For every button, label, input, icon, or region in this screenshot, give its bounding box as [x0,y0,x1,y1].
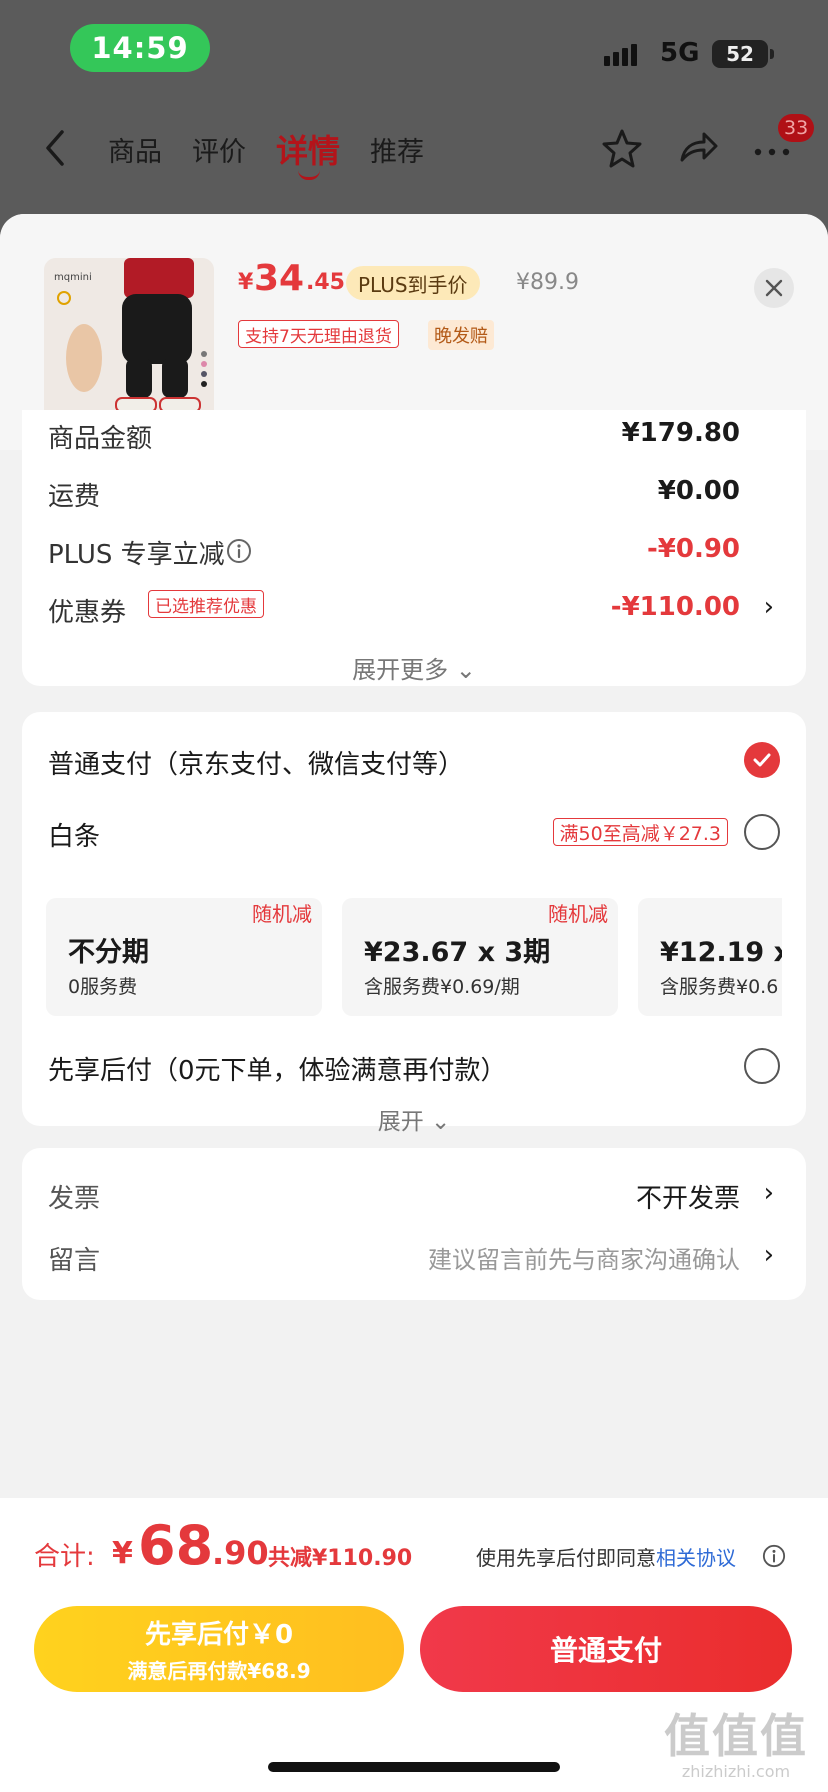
plan-subtitle: 含服务费¥0.69/期 [364,976,520,998]
total-integer: 68 [138,1514,214,1577]
battery-icon: 52 [712,40,774,68]
plus-price-tag: PLUS到手价 [346,266,480,300]
invoice-card: 发票 不开发票 › 留言 建议留言前先与商家沟通确认 › [22,1148,806,1300]
tab-reviews[interactable]: 评价 [192,130,246,169]
baitiao-label[interactable]: 白条 [48,816,100,853]
pay-later-button[interactable]: 先享后付￥0 满意后再付款¥68.9 [34,1606,404,1692]
expand-label: 展开 [377,1109,424,1135]
tab-details[interactable]: 详情 [276,126,340,172]
shipping-value: ¥0.00 [657,476,740,506]
invoice-chevron-icon[interactable]: › [764,1178,774,1208]
price-currency: ¥ [238,270,254,295]
payment-card: 普通支付（京东支付、微信支付等） 白条 满50至高减￥27.3 随机减 不分期 … [22,712,806,1135]
total-discount: 共减¥110.90 [268,1546,413,1571]
invoice-value[interactable]: 不开发票 [636,1178,740,1215]
star-icon[interactable] [600,126,644,170]
expand-more-label: 展开更多 [352,656,449,684]
agreement-link[interactable]: 相关协议 [656,1546,736,1570]
plan-badge: 随机减 [252,902,312,926]
close-button[interactable] [754,268,794,308]
home-indicator [268,1762,560,1772]
subtotal-value: ¥179.80 [621,418,740,448]
watermark: 值值值 zhizhizhi.com [656,1700,816,1781]
signal-icon [604,44,637,66]
plan-subtitle: 含服务费¥0.6 [660,976,779,998]
expand-button[interactable]: 展开 ⌄ [22,1102,806,1136]
product-image-icon: mqmini [44,258,214,428]
status-bar: 14:59 5G 52 [0,0,828,96]
product-thumbnail[interactable]: mqmini [44,258,214,428]
plan-badge: 随机减 [548,902,608,926]
plan-subtitle: 0服务费 [68,976,138,998]
return-policy-tag: 支持7天无理由退货 [238,320,399,348]
agreement-label: 使用先享后付即同意 [476,1546,656,1570]
close-icon [765,279,783,297]
expand-more-button[interactable]: 展开更多 ⌄ [22,650,806,685]
baitiao-promo-tag: 满50至高减￥27.3 [552,818,728,846]
pay-later-label[interactable]: 先享后付（0元下单，体验满意再付款） [48,1050,507,1087]
late-delivery-tag: 晚发赔 [428,320,494,350]
watermark-logo: 值值值 [664,1709,808,1763]
plan-title: ¥12.19 x 6期 [660,937,782,968]
shipping-label: 运费 [48,482,101,512]
tab-recommend[interactable]: 推荐 [370,130,424,169]
network-label: 5G [660,38,700,68]
plan-option[interactable]: 随机减 不分期 0服务费 [46,898,322,1016]
pay-later-button-title: 先享后付￥0 [144,1620,294,1650]
note-input[interactable]: 建议留言前先与商家沟通确认 [428,1240,740,1275]
note-label: 留言 [48,1246,101,1276]
info-icon[interactable] [226,538,252,564]
total-label: 合计: [34,1542,95,1572]
plus-discount-label: PLUS 专享立减 [48,540,225,570]
top-nav: 商品 评价 详情 推荐 33 [0,96,828,200]
pay-later-radio[interactable] [744,1048,780,1084]
coupon-chevron-icon[interactable]: › [764,592,774,622]
plan-option[interactable]: 随机减 ¥23.67 x 3期 含服务费¥0.69/期 [342,898,618,1016]
invoice-label: 发票 [48,1184,101,1214]
share-icon[interactable] [676,126,720,170]
plan-option[interactable]: ¥12.19 x 6期 含服务费¥0.6 [638,898,782,1016]
total-decimal: .90 [212,1534,269,1572]
coupon-tag: 已选推荐优惠 [148,590,264,618]
note-chevron-icon[interactable]: › [764,1240,774,1270]
chevron-down-icon: ⌄ [455,656,476,684]
price-decimal: .45 [306,270,345,295]
installment-plans: 随机减 不分期 0服务费 随机减 ¥23.67 x 3期 含服务费¥0.69/期… [46,898,782,1016]
subtotal-label: 商品金额 [48,424,153,454]
status-time: 14:59 [70,24,210,72]
brand-logo: mqmini [54,272,92,283]
total-currency: ¥ [112,1536,133,1571]
normal-pay-label[interactable]: 普通支付（京东支付、微信支付等） [48,744,464,781]
check-icon [753,753,771,767]
tab-product[interactable]: 商品 [108,130,162,169]
info-icon[interactable] [762,1544,786,1568]
plus-discount-value: -¥0.90 [646,534,740,564]
baitiao-radio[interactable] [744,814,780,850]
tab-active-indicator [298,170,320,180]
more-badge: 33 [778,114,815,142]
price-integer: 34 [254,258,305,299]
coupon-label[interactable]: 优惠券 [48,592,126,629]
back-icon[interactable] [40,124,68,172]
plan-title: 不分期 [68,937,149,968]
normal-pay-button[interactable]: 普通支付 [420,1606,792,1692]
plan-title: ¥23.67 x 3期 [364,937,551,968]
pay-later-button-subtitle: 满意后再付款¥68.9 [127,1659,311,1683]
normal-pay-radio[interactable] [744,742,780,778]
agreement-text: 使用先享后付即同意相关协议 [476,1542,736,1571]
coupon-value[interactable]: -¥110.00 [611,592,740,622]
chevron-down-icon: ⌄ [431,1109,451,1135]
price-summary-card: 商品金额 ¥179.80 运费 ¥0.00 PLUS 专享立减 -¥0.90 优… [22,410,806,686]
original-price: ¥89.9 [516,270,579,295]
